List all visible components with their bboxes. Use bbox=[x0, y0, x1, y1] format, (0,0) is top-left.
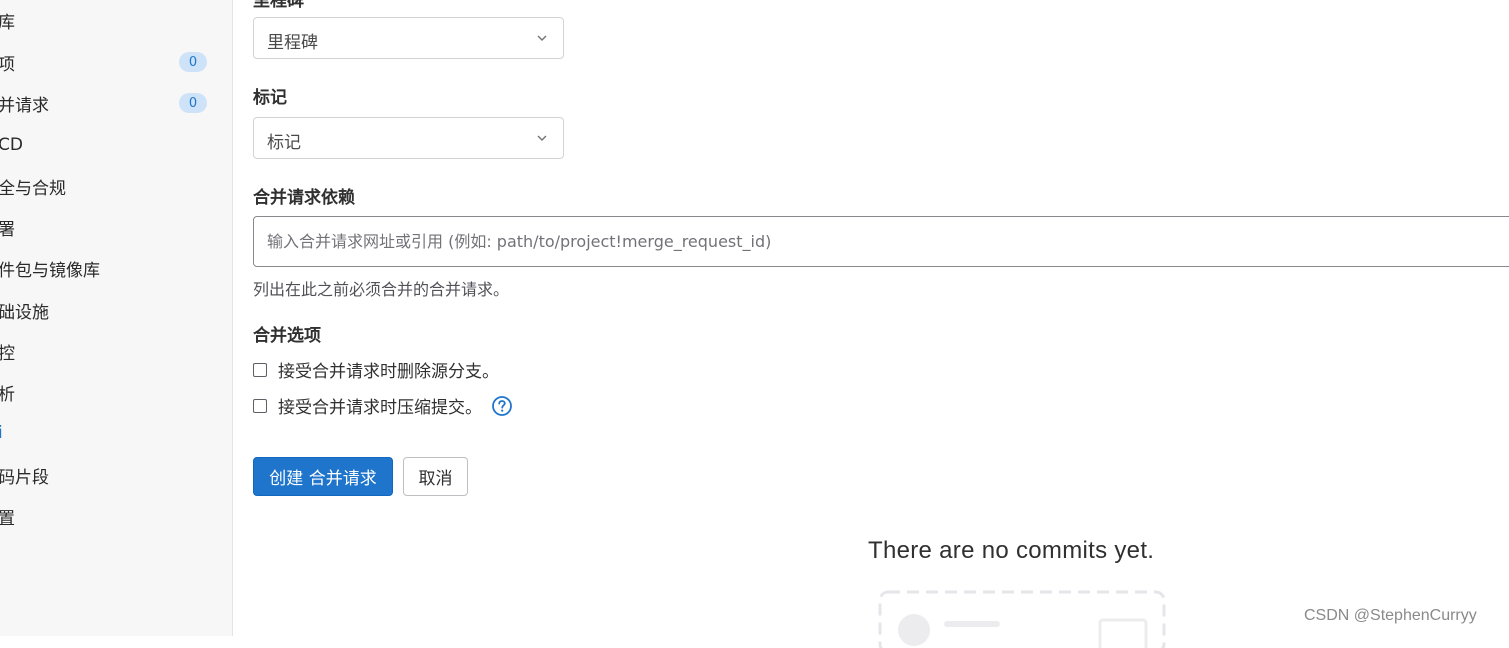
sidebar-item-merge-requests[interactable]: 并请求 0 bbox=[0, 88, 232, 118]
cancel-button[interactable]: 取消 bbox=[403, 457, 468, 496]
sidebar-item-snippets[interactable]: 码片段 bbox=[0, 460, 232, 490]
empty-commits-illustration bbox=[878, 590, 1166, 648]
sidebar-item-label: 署 bbox=[0, 215, 15, 240]
sidebar-item-repository[interactable]: 库 bbox=[0, 5, 232, 35]
sidebar-item-label: 库 bbox=[0, 8, 15, 33]
labels-select[interactable]: 标记 bbox=[253, 117, 564, 159]
milestone-label: 里程碑 bbox=[253, 0, 304, 11]
sidebar-item-wiki[interactable]: i bbox=[0, 418, 232, 448]
sidebar-item-issues[interactable]: 项 0 bbox=[0, 47, 232, 77]
sidebar-item-label: 析 bbox=[0, 380, 15, 405]
count-badge: 0 bbox=[179, 93, 207, 113]
milestone-select-value: 里程碑 bbox=[267, 33, 318, 53]
chevron-down-icon bbox=[537, 35, 547, 41]
milestone-select[interactable]: 里程碑 bbox=[253, 17, 564, 59]
delete-source-branch-checkbox[interactable] bbox=[253, 362, 267, 377]
delete-source-branch-option[interactable]: 接受合并请求时删除源分支。 bbox=[253, 357, 499, 382]
watermark: CSDN @StephenCurryy bbox=[1304, 607, 1477, 624]
squash-commits-option[interactable]: 接受合并请求时压缩提交。 bbox=[253, 393, 513, 418]
dependencies-help-text: 列出在此之前必须合并的合并请求。 bbox=[253, 280, 510, 299]
sidebar-item-label: 码片段 bbox=[0, 467, 49, 488]
sidebar-item-security-compliance[interactable]: 全与合规 bbox=[0, 171, 232, 201]
sidebar-item-cicd[interactable]: CD bbox=[0, 130, 232, 160]
squash-commits-label: 接受合并请求时压缩提交。 bbox=[278, 398, 482, 418]
labels-label: 标记 bbox=[253, 88, 287, 108]
create-merge-request-button[interactable]: 创建 合并请求 bbox=[253, 457, 393, 496]
sidebar-item-settings[interactable]: 置 bbox=[0, 501, 232, 531]
sidebar-item-monitor[interactable]: 控 bbox=[0, 336, 232, 366]
sidebar-item-label: i bbox=[0, 423, 3, 443]
chevron-down-icon bbox=[537, 135, 547, 141]
sidebar-item-label: 件包与镜像库 bbox=[0, 260, 100, 281]
sidebar-item-deployments[interactable]: 署 bbox=[0, 212, 232, 242]
sidebar-item-label: 项 bbox=[0, 50, 15, 75]
sidebar-item-label: 并请求 bbox=[0, 95, 49, 116]
sidebar-item-analytics[interactable]: 析 bbox=[0, 377, 232, 407]
sidebar-item-infrastructure[interactable]: 础设施 bbox=[0, 295, 232, 325]
count-badge: 0 bbox=[179, 52, 207, 72]
sidebar-item-packages-registries[interactable]: 件包与镜像库 bbox=[0, 253, 232, 283]
merge-options-label: 合并选项 bbox=[253, 326, 321, 346]
question-circle-icon[interactable] bbox=[491, 395, 513, 417]
labels-select-value: 标记 bbox=[267, 133, 301, 153]
sidebar-item-label: 全与合规 bbox=[0, 178, 66, 199]
sidebar: 库 项 0 并请求 0 CD 全与合规 署 件包与镜像库 础设施 控 析 i 码… bbox=[0, 0, 233, 636]
no-commits-title: There are no commits yet. bbox=[868, 537, 1155, 564]
sidebar-item-label: CD bbox=[0, 135, 23, 155]
dependencies-label: 合并请求依赖 bbox=[253, 188, 355, 208]
sidebar-item-label: 控 bbox=[0, 339, 15, 364]
sidebar-item-label: 础设施 bbox=[0, 302, 49, 323]
squash-commits-checkbox[interactable] bbox=[253, 398, 267, 413]
dependencies-input[interactable] bbox=[253, 216, 1509, 267]
delete-source-branch-label: 接受合并请求时删除源分支。 bbox=[278, 362, 499, 382]
merge-request-form: 里程碑 里程碑 标记 标记 合并请求依赖 列出在此之前必须合并的合并请求。 合并… bbox=[233, 0, 1509, 648]
sidebar-item-label: 置 bbox=[0, 504, 15, 529]
